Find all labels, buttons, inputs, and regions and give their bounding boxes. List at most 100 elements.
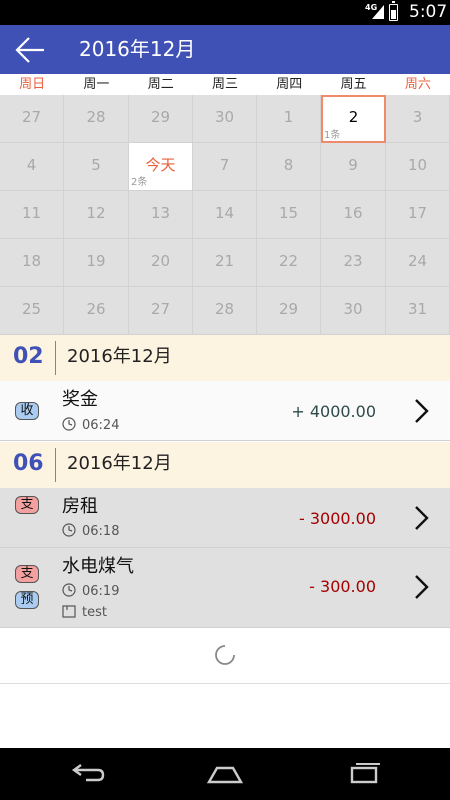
section-divider [55, 341, 56, 375]
weekday-fri: 周五 [340, 77, 367, 92]
section-day: 06 [13, 451, 44, 476]
calendar-day-number: 28 [86, 108, 106, 126]
calendar-day-cell[interactable]: 15 [257, 191, 321, 239]
calendar-day-number: 26 [86, 300, 106, 318]
calendar-day-cell[interactable]: 31 [386, 287, 450, 335]
calendar-day-cell[interactable]: 21 [193, 239, 257, 287]
calendar-day-number: 30 [214, 108, 235, 126]
calendar-day-number: 3 [412, 108, 423, 126]
section-divider [55, 448, 56, 482]
calendar-day-cell[interactable]: 27 [0, 95, 64, 143]
calendar-day-cell[interactable]: 10 [386, 143, 450, 191]
recents-icon[interactable] [344, 762, 384, 786]
record-row-utilities[interactable]: 支 预 水电煤气 06:19 test - 300.00 [0, 548, 450, 628]
calendar-day-number: 13 [150, 204, 171, 222]
calendar-day-number: 24 [407, 252, 428, 270]
weekday-tue: 周二 [147, 77, 174, 92]
calendar-day-cell[interactable]: 12 [64, 191, 129, 239]
chevron-right-icon[interactable] [413, 398, 429, 424]
calendar-day-cell[interactable]: 30 [321, 287, 386, 335]
calendar-day-cell[interactable]: 7 [193, 143, 257, 191]
expense-badge: 支 [15, 565, 39, 583]
record-time: 06:18 [82, 524, 120, 539]
app-bar: 2016年12月 [0, 25, 450, 74]
calendar-day-cell[interactable]: 1 [257, 95, 321, 143]
clock-time: 5:07 [409, 2, 448, 22]
expense-badge: 支 [15, 496, 39, 514]
calendar-day-number: 今天 [145, 156, 176, 174]
back-icon[interactable] [66, 762, 106, 786]
calendar-day-cell[interactable]: 14 [193, 191, 257, 239]
calendar-day-cell[interactable]: 28 [193, 287, 257, 335]
section-day: 02 [13, 344, 44, 369]
calendar-day-number: 9 [348, 156, 358, 174]
note-icon [62, 605, 76, 618]
calendar-day-cell[interactable]: 2 1条 [321, 95, 386, 143]
weekday-wed: 周三 [211, 77, 238, 92]
calendar-record-count: 1条 [324, 130, 341, 141]
calendar-day-number: 27 [21, 108, 42, 126]
calendar-day-number: 14 [214, 204, 235, 222]
calendar-day-cell[interactable]: 5 [64, 143, 129, 191]
clock-icon [62, 523, 76, 537]
page-title: 2016年12月 [79, 37, 196, 61]
calendar-day-number: 15 [278, 204, 299, 222]
weekday-header: 周日 周一 周二 周三 周四 周五 周六 [0, 74, 450, 95]
record-amount: - 300.00 [309, 577, 376, 596]
weekday-sat: 周六 [404, 77, 431, 92]
calendar-day-cell[interactable]: 28 [64, 95, 129, 143]
calendar-day-cell[interactable]: 今天 2条 [129, 143, 193, 191]
calendar-day-cell[interactable]: 27 [129, 287, 193, 335]
status-bar: 4G 5:07 [0, 0, 450, 25]
system-nav-bar [0, 748, 450, 800]
calendar-day-cell[interactable]: 16 [321, 191, 386, 239]
record-amount: + 4000.00 [291, 402, 376, 421]
record-row-rent[interactable]: 支 房租 06:18 - 3000.00 [0, 488, 450, 548]
calendar-day-cell[interactable]: 19 [64, 239, 129, 287]
calendar-record-count: 2条 [131, 177, 148, 188]
battery-icon [389, 1, 398, 21]
calendar-day-cell[interactable]: 3 [386, 95, 450, 143]
record-row-bonus[interactable]: 收 奖金 06:24 + 4000.00 [0, 381, 450, 441]
calendar-day-cell[interactable]: 13 [129, 191, 193, 239]
chevron-right-icon[interactable] [413, 505, 429, 531]
calendar-day-number: 10 [407, 156, 428, 174]
calendar-day-cell[interactable]: 29 [129, 95, 193, 143]
calendar-day-cell[interactable]: 22 [257, 239, 321, 287]
calendar-day-number: 27 [150, 300, 171, 318]
calendar-day-cell[interactable]: 20 [129, 239, 193, 287]
calendar-day-cell[interactable]: 30 [193, 95, 257, 143]
calendar-day-number: 12 [86, 204, 106, 222]
section-month: 2016年12月 [67, 453, 172, 474]
chevron-right-icon[interactable] [413, 574, 429, 600]
calendar-day-number: 25 [21, 300, 42, 318]
calendar-day-number: 29 [278, 300, 299, 318]
calendar-day-cell[interactable]: 23 [321, 239, 386, 287]
arrow-left-icon[interactable] [14, 36, 46, 64]
calendar-day-cell[interactable]: 11 [0, 191, 64, 239]
calendar-day-cell[interactable]: 29 [257, 287, 321, 335]
calendar-day-cell[interactable]: 18 [0, 239, 64, 287]
calendar-day-number: 19 [86, 252, 106, 270]
calendar-day-cell[interactable]: 4 [0, 143, 64, 191]
calendar-day-cell[interactable]: 17 [386, 191, 450, 239]
record-time: 06:19 [82, 584, 120, 599]
record-note: test [82, 605, 107, 620]
calendar-day-number: 1 [283, 108, 294, 126]
calendar-day-cell[interactable]: 25 [0, 287, 64, 335]
signal-icon [372, 5, 384, 19]
weekday-thu: 周四 [276, 77, 303, 92]
calendar-day-cell[interactable]: 26 [64, 287, 129, 335]
calendar-day-cell[interactable]: 24 [386, 239, 450, 287]
record-time: 06:24 [82, 418, 120, 433]
clock-icon [62, 583, 76, 597]
calendar-day-number: 20 [150, 252, 171, 270]
calendar-day-number: 11 [21, 204, 42, 222]
calendar-day-cell[interactable]: 8 [257, 143, 321, 191]
calendar-day-number: 16 [343, 204, 363, 222]
calendar-day-number: 23 [343, 252, 363, 270]
calendar-day-cell[interactable]: 9 [321, 143, 386, 191]
calendar-day-number: 22 [278, 252, 299, 270]
calendar-day-number: 18 [21, 252, 42, 270]
home-icon[interactable] [205, 762, 245, 786]
